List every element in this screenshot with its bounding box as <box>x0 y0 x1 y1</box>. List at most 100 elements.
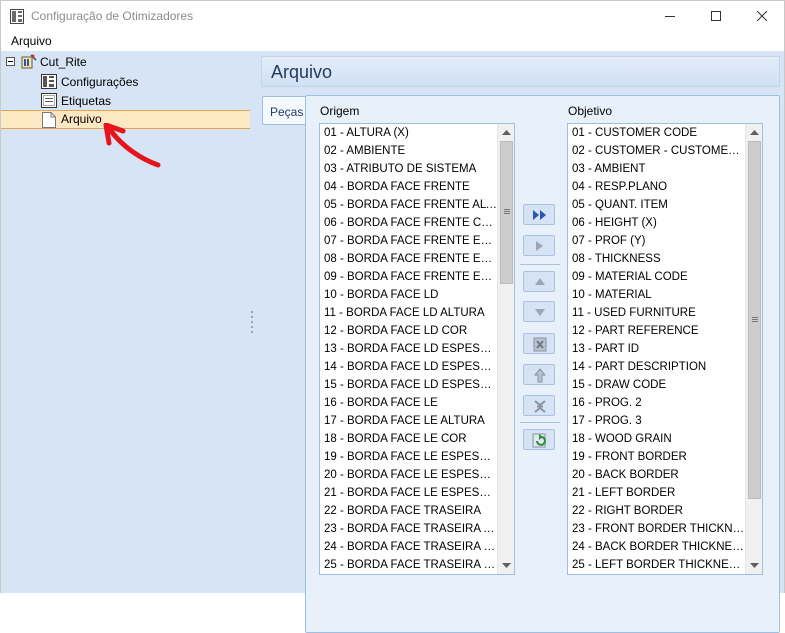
list-item[interactable]: 22 - RIGHT BORDER <box>568 502 745 520</box>
list-item[interactable]: 07 - PROF (Y) <box>568 232 745 250</box>
list-item[interactable]: 19 - BORDA FACE LE ESPESSURA <box>320 448 497 466</box>
list-item[interactable]: 10 - BORDA FACE LD <box>320 286 497 304</box>
list-item[interactable]: 16 - PROG. 2 <box>568 394 745 412</box>
list-item[interactable]: 03 - ATRIBUTO DE SISTEMA <box>320 160 497 178</box>
list-item[interactable]: 07 - BORDA FACE FRENTE ESPESSURA <box>320 232 497 250</box>
app-icon <box>10 9 24 24</box>
list-item[interactable]: 15 - DRAW CODE <box>568 376 745 394</box>
scroll-down-icon[interactable] <box>750 561 759 570</box>
list-item[interactable]: 08 - THICKNESS <box>568 250 745 268</box>
menu-arquivo[interactable]: Arquivo <box>11 34 52 48</box>
configuracoes-icon <box>41 74 57 89</box>
scroll-up-icon[interactable] <box>502 128 511 137</box>
list-item[interactable]: 24 - BORDA FACE TRASEIRA COR <box>320 538 497 556</box>
list-item[interactable]: 01 - CUSTOMER CODE <box>568 124 745 142</box>
list-item[interactable]: 08 - BORDA FACE FRENTE ESPESSURA <box>320 250 497 268</box>
minimize-button[interactable] <box>647 1 693 32</box>
add-all-button[interactable] <box>523 204 555 225</box>
list-item[interactable]: 02 - AMBIENTE <box>320 142 497 160</box>
list-item[interactable]: 25 - BORDA FACE TRASEIRA ESPESSURA <box>320 556 497 574</box>
list-item[interactable]: 04 - BORDA FACE FRENTE <box>320 178 497 196</box>
list-item[interactable]: 13 - PART ID <box>568 340 745 358</box>
close-button[interactable] <box>739 1 785 32</box>
list-item[interactable]: 12 - BORDA FACE LD COR <box>320 322 497 340</box>
tree-label-arquivo: Arquivo <box>61 112 102 126</box>
origem-scrollbar[interactable] <box>497 124 514 574</box>
objetivo-items: 01 - CUSTOMER CODE 02 - CUSTOMER - CUSTOM… <box>568 124 745 574</box>
add-selected-button[interactable] <box>523 235 555 256</box>
document-icon <box>42 112 56 128</box>
annotation-arrow-icon <box>103 123 161 168</box>
split-button[interactable] <box>523 395 555 416</box>
list-item[interactable]: 21 - LEFT BORDER <box>568 484 745 502</box>
scroll-up-icon[interactable] <box>750 128 759 137</box>
objetivo-listbox[interactable]: 01 - CUSTOMER CODE 02 - CUSTOMER - CUSTOM… <box>567 123 763 575</box>
list-item[interactable]: 21 - BORDA FACE LE ESPESSURA <box>320 484 497 502</box>
list-item[interactable]: 12 - PART REFERENCE <box>568 322 745 340</box>
split-icon <box>534 400 546 413</box>
maximize-icon <box>711 11 721 21</box>
list-item[interactable]: 24 - BACK BORDER THICKNESS <box>568 538 745 556</box>
tree-node-cut-rite[interactable]: Cut_Rite <box>21 53 141 71</box>
move-down-button[interactable] <box>523 301 555 322</box>
list-item[interactable]: 18 - WOOD GRAIN <box>568 430 745 448</box>
merge-button[interactable] <box>523 364 555 385</box>
tree-node-configuracoes[interactable]: Configurações <box>41 73 181 91</box>
list-item[interactable]: 09 - BORDA FACE FRENTE ESPESSURA <box>320 268 497 286</box>
merge-icon <box>533 368 547 383</box>
splitter-grip-icon <box>251 311 253 333</box>
list-item[interactable]: 11 - BORDA FACE LD ALTURA <box>320 304 497 322</box>
list-item[interactable]: 06 - BORDA FACE FRENTE COR <box>320 214 497 232</box>
tab-pecas[interactable]: Peças <box>262 96 305 125</box>
window-title: Configuração de Otimizadores <box>31 9 194 23</box>
list-item[interactable]: 05 - BORDA FACE FRENTE ALTURA <box>320 196 497 214</box>
maximize-button[interactable] <box>693 1 739 32</box>
list-item[interactable]: 22 - BORDA FACE TRASEIRA <box>320 502 497 520</box>
list-item[interactable]: 23 - FRONT BORDER THICKNESS <box>568 520 745 538</box>
list-item[interactable]: 14 - PART DESCRIPTION <box>568 358 745 376</box>
arrow-up-icon <box>535 278 545 285</box>
list-item[interactable]: 02 - CUSTOMER - CUSTOMER PROJECT <box>568 142 745 160</box>
list-item[interactable]: 09 - MATERIAL CODE <box>568 268 745 286</box>
title-bar: Configuração de Otimizadores <box>0 0 785 31</box>
section-header: Arquivo <box>261 56 780 87</box>
tab-strip: Peças Origem 01 - ALTURA (X) 02 - AMBIENT… <box>262 95 780 633</box>
tree-collapse-toggle[interactable] <box>6 57 15 66</box>
list-item[interactable]: 23 - BORDA FACE TRASEIRA ALTURA <box>320 520 497 538</box>
content-panel: Arquivo Peças Origem 01 - ALTURA (X) 02 -… <box>256 51 785 633</box>
list-item[interactable]: 01 - ALTURA (X) <box>320 124 497 142</box>
refresh-button[interactable] <box>523 429 555 450</box>
remove-button[interactable] <box>523 333 555 354</box>
scroll-grip-icon <box>504 209 510 214</box>
move-up-button[interactable] <box>523 271 555 292</box>
list-item[interactable]: 11 - USED FURNITURE <box>568 304 745 322</box>
list-item[interactable]: 15 - BORDA FACE LD ESPESSURA <box>320 376 497 394</box>
origem-scroll-thumb[interactable] <box>500 141 513 284</box>
objetivo-scrollbar[interactable] <box>745 124 762 574</box>
minimize-icon <box>665 16 675 17</box>
list-item[interactable]: 25 - LEFT BORDER THICKNESS-C <box>568 556 745 574</box>
delete-icon <box>533 337 547 352</box>
scroll-down-icon[interactable] <box>502 561 511 570</box>
origem-listbox[interactable]: 01 - ALTURA (X) 02 - AMBIENTE 03 - ATRIBUT… <box>319 123 515 575</box>
list-item[interactable]: 13 - BORDA FACE LD ESPESSURA <box>320 340 497 358</box>
list-item[interactable]: 18 - BORDA FACE LE COR <box>320 430 497 448</box>
tab-pecas-label: Peças <box>270 105 304 119</box>
list-item[interactable]: 20 - BACK BORDER <box>568 466 745 484</box>
list-item[interactable]: 14 - BORDA FACE LD ESPESSURA <box>320 358 497 376</box>
list-item[interactable]: 06 - HEIGHT (X) <box>568 214 745 232</box>
list-item[interactable]: 17 - BORDA FACE LE ALTURA <box>320 412 497 430</box>
list-item[interactable]: 03 - AMBIENT <box>568 160 745 178</box>
tree-node-etiquetas[interactable]: Etiquetas <box>41 92 161 110</box>
list-item[interactable]: 05 - QUANT. ITEM <box>568 196 745 214</box>
list-item[interactable]: 16 - BORDA FACE LE <box>320 394 497 412</box>
list-item[interactable]: 04 - RESP.PLANO <box>568 178 745 196</box>
origem-caption: Origem <box>320 104 360 118</box>
list-item[interactable]: 19 - FRONT BORDER <box>568 448 745 466</box>
button-separator <box>520 264 560 265</box>
objetivo-scroll-thumb[interactable] <box>748 141 761 499</box>
list-item[interactable]: 17 - PROG. 3 <box>568 412 745 430</box>
button-separator <box>520 422 560 423</box>
list-item[interactable]: 10 - MATERIAL <box>568 286 745 304</box>
list-item[interactable]: 20 - BORDA FACE LE ESPESSURA <box>320 466 497 484</box>
